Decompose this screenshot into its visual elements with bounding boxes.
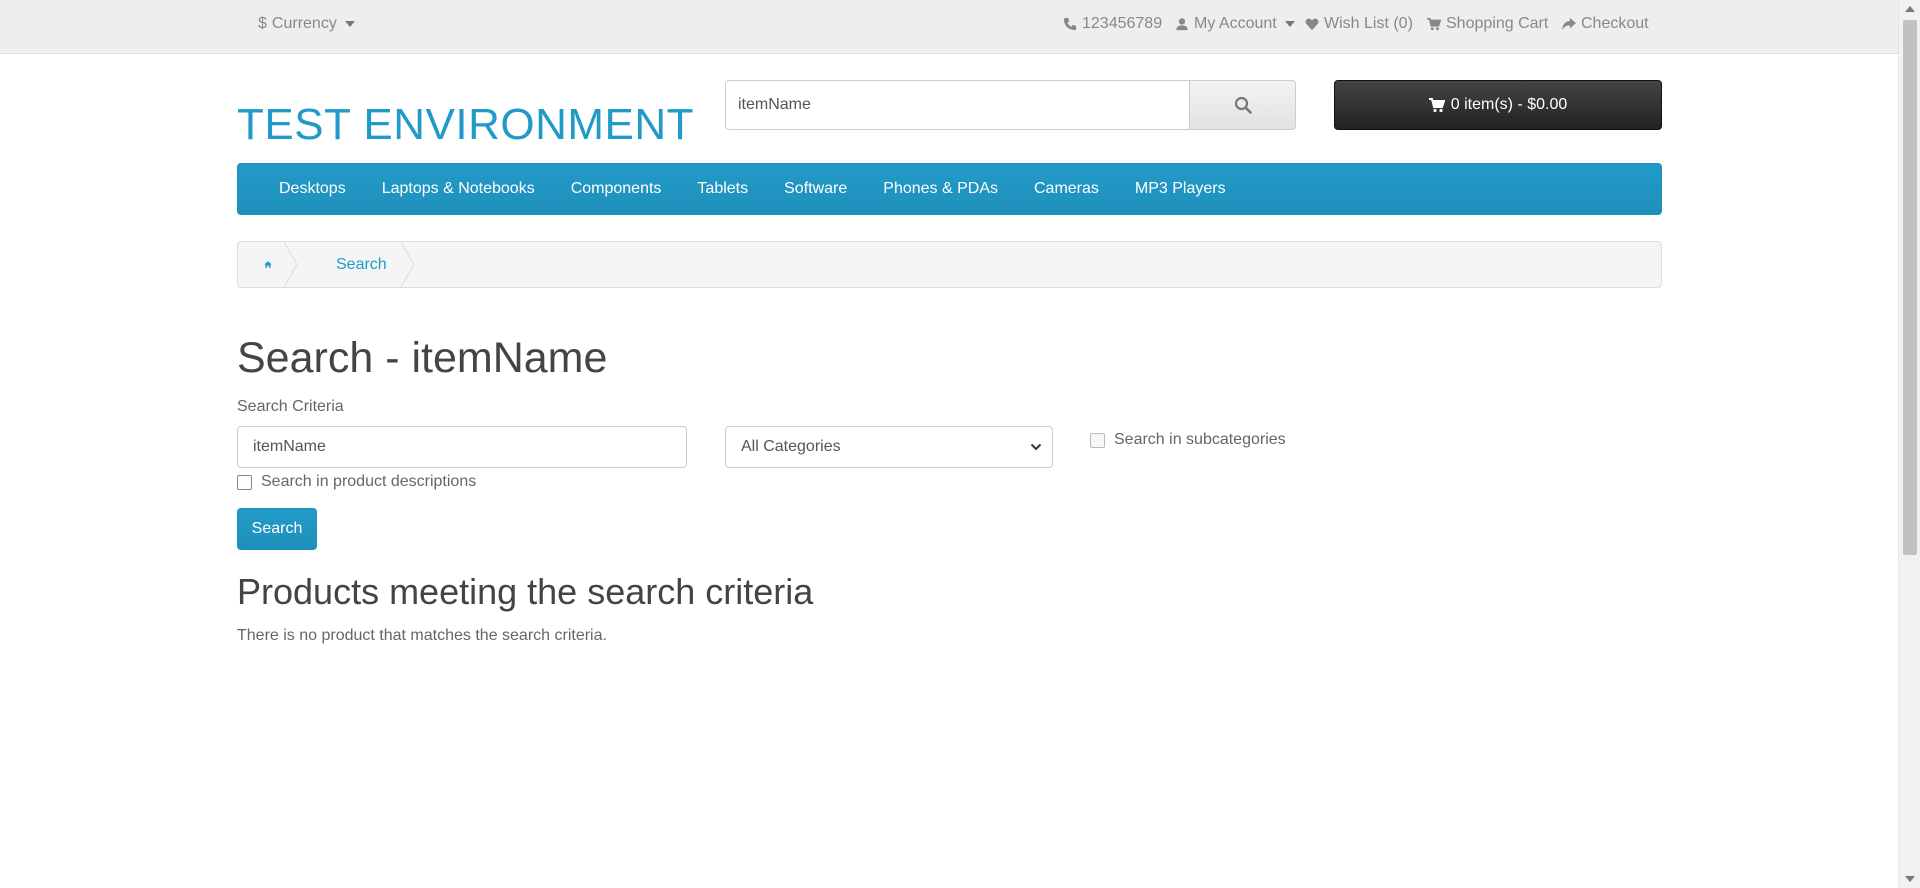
caret-down-icon bbox=[1284, 21, 1295, 27]
my-account-dropdown[interactable]: My Account bbox=[1175, 15, 1295, 33]
keyword-input[interactable] bbox=[237, 426, 687, 468]
chevron-down-icon bbox=[1030, 443, 1042, 451]
search-criteria-label: Search Criteria bbox=[237, 398, 344, 415]
user-icon bbox=[1176, 18, 1188, 31]
scroll-down-icon[interactable] bbox=[1905, 876, 1915, 882]
menu-item-desktops[interactable]: Desktops bbox=[261, 180, 364, 198]
checkout-link[interactable]: Checkout bbox=[1562, 15, 1649, 33]
caret-down-icon bbox=[344, 21, 355, 27]
shopping-cart-label: Shopping Cart bbox=[1446, 15, 1549, 32]
menu-item-laptops-notebooks[interactable]: Laptops & Notebooks bbox=[364, 180, 553, 198]
header-search-input[interactable] bbox=[725, 80, 1190, 130]
breadcrumb-search-label: Search bbox=[336, 255, 387, 273]
menu-item-mp3-players[interactable]: MP3 Players bbox=[1117, 180, 1244, 198]
menu-item-cameras[interactable]: Cameras bbox=[1016, 180, 1117, 198]
scroll-up-icon[interactable] bbox=[1905, 6, 1915, 12]
subcategories-checkbox[interactable] bbox=[1090, 432, 1105, 448]
scrollbar[interactable] bbox=[1898, 0, 1920, 888]
breadcrumb-separator bbox=[284, 242, 298, 287]
currency-label: Currency bbox=[271, 15, 337, 32]
menu-item-software[interactable]: Software bbox=[766, 180, 865, 198]
no-results-message: There is no product that matches the sea… bbox=[237, 627, 607, 644]
cart-total: 0 item(s) - $0.00 bbox=[1450, 96, 1568, 113]
checkout-label: Checkout bbox=[1581, 15, 1649, 32]
subcategories-checkbox-row: Search in subcategories bbox=[1090, 431, 1286, 449]
wish-list-label: Wish List (0) bbox=[1324, 15, 1413, 32]
dollar-icon: $ bbox=[258, 15, 267, 32]
cart-icon bbox=[1428, 98, 1445, 113]
breadcrumb-separator bbox=[400, 242, 415, 287]
phone-icon bbox=[1063, 17, 1077, 31]
page-title: Search - itemName bbox=[237, 334, 608, 382]
cart-button[interactable]: 0 item(s) - $0.00 bbox=[1334, 80, 1662, 130]
top-bar: $ Currency 123456789 My Account Wish Lis… bbox=[0, 0, 1898, 54]
phone-link[interactable]: 123456789 bbox=[1063, 15, 1162, 33]
my-account-label: My Account bbox=[1194, 15, 1277, 32]
wish-list-link[interactable]: Wish List (0) bbox=[1305, 15, 1413, 33]
menu-item-tablets[interactable]: Tablets bbox=[679, 180, 766, 198]
share-icon bbox=[1562, 17, 1576, 31]
descriptions-checkbox-row: Search in product descriptions bbox=[237, 473, 476, 491]
phone-number: 123456789 bbox=[1082, 15, 1163, 32]
currency-dropdown[interactable]: $ Currency bbox=[258, 15, 355, 33]
home-icon bbox=[264, 261, 272, 268]
breadcrumb-home[interactable] bbox=[238, 242, 298, 287]
search-icon bbox=[1234, 96, 1252, 114]
heart-icon bbox=[1305, 18, 1319, 31]
store-logo[interactable]: TEST ENVIRONMENT bbox=[237, 100, 694, 150]
scrollbar-thumb[interactable] bbox=[1903, 20, 1917, 555]
header-search bbox=[725, 80, 1296, 130]
results-title: Products meeting the search criteria bbox=[237, 571, 814, 612]
descriptions-checkbox[interactable] bbox=[237, 474, 252, 490]
cart-icon bbox=[1427, 17, 1441, 31]
category-selected-value: All Categories bbox=[741, 438, 841, 455]
shopping-cart-link[interactable]: Shopping Cart bbox=[1427, 15, 1548, 33]
menu-item-components[interactable]: Components bbox=[553, 180, 680, 198]
descriptions-label: Search in product descriptions bbox=[261, 473, 477, 490]
breadcrumb-search[interactable]: Search bbox=[298, 242, 415, 287]
search-button[interactable]: Search bbox=[237, 508, 317, 550]
breadcrumb: Search bbox=[237, 241, 1662, 288]
header-search-button[interactable] bbox=[1190, 80, 1296, 130]
subcategories-label: Search in subcategories bbox=[1114, 431, 1286, 448]
category-select[interactable]: All Categories bbox=[725, 426, 1053, 468]
category-menu: Desktops Laptops & Notebooks Components … bbox=[237, 163, 1662, 215]
menu-item-phones-pdas[interactable]: Phones & PDAs bbox=[865, 180, 1016, 198]
